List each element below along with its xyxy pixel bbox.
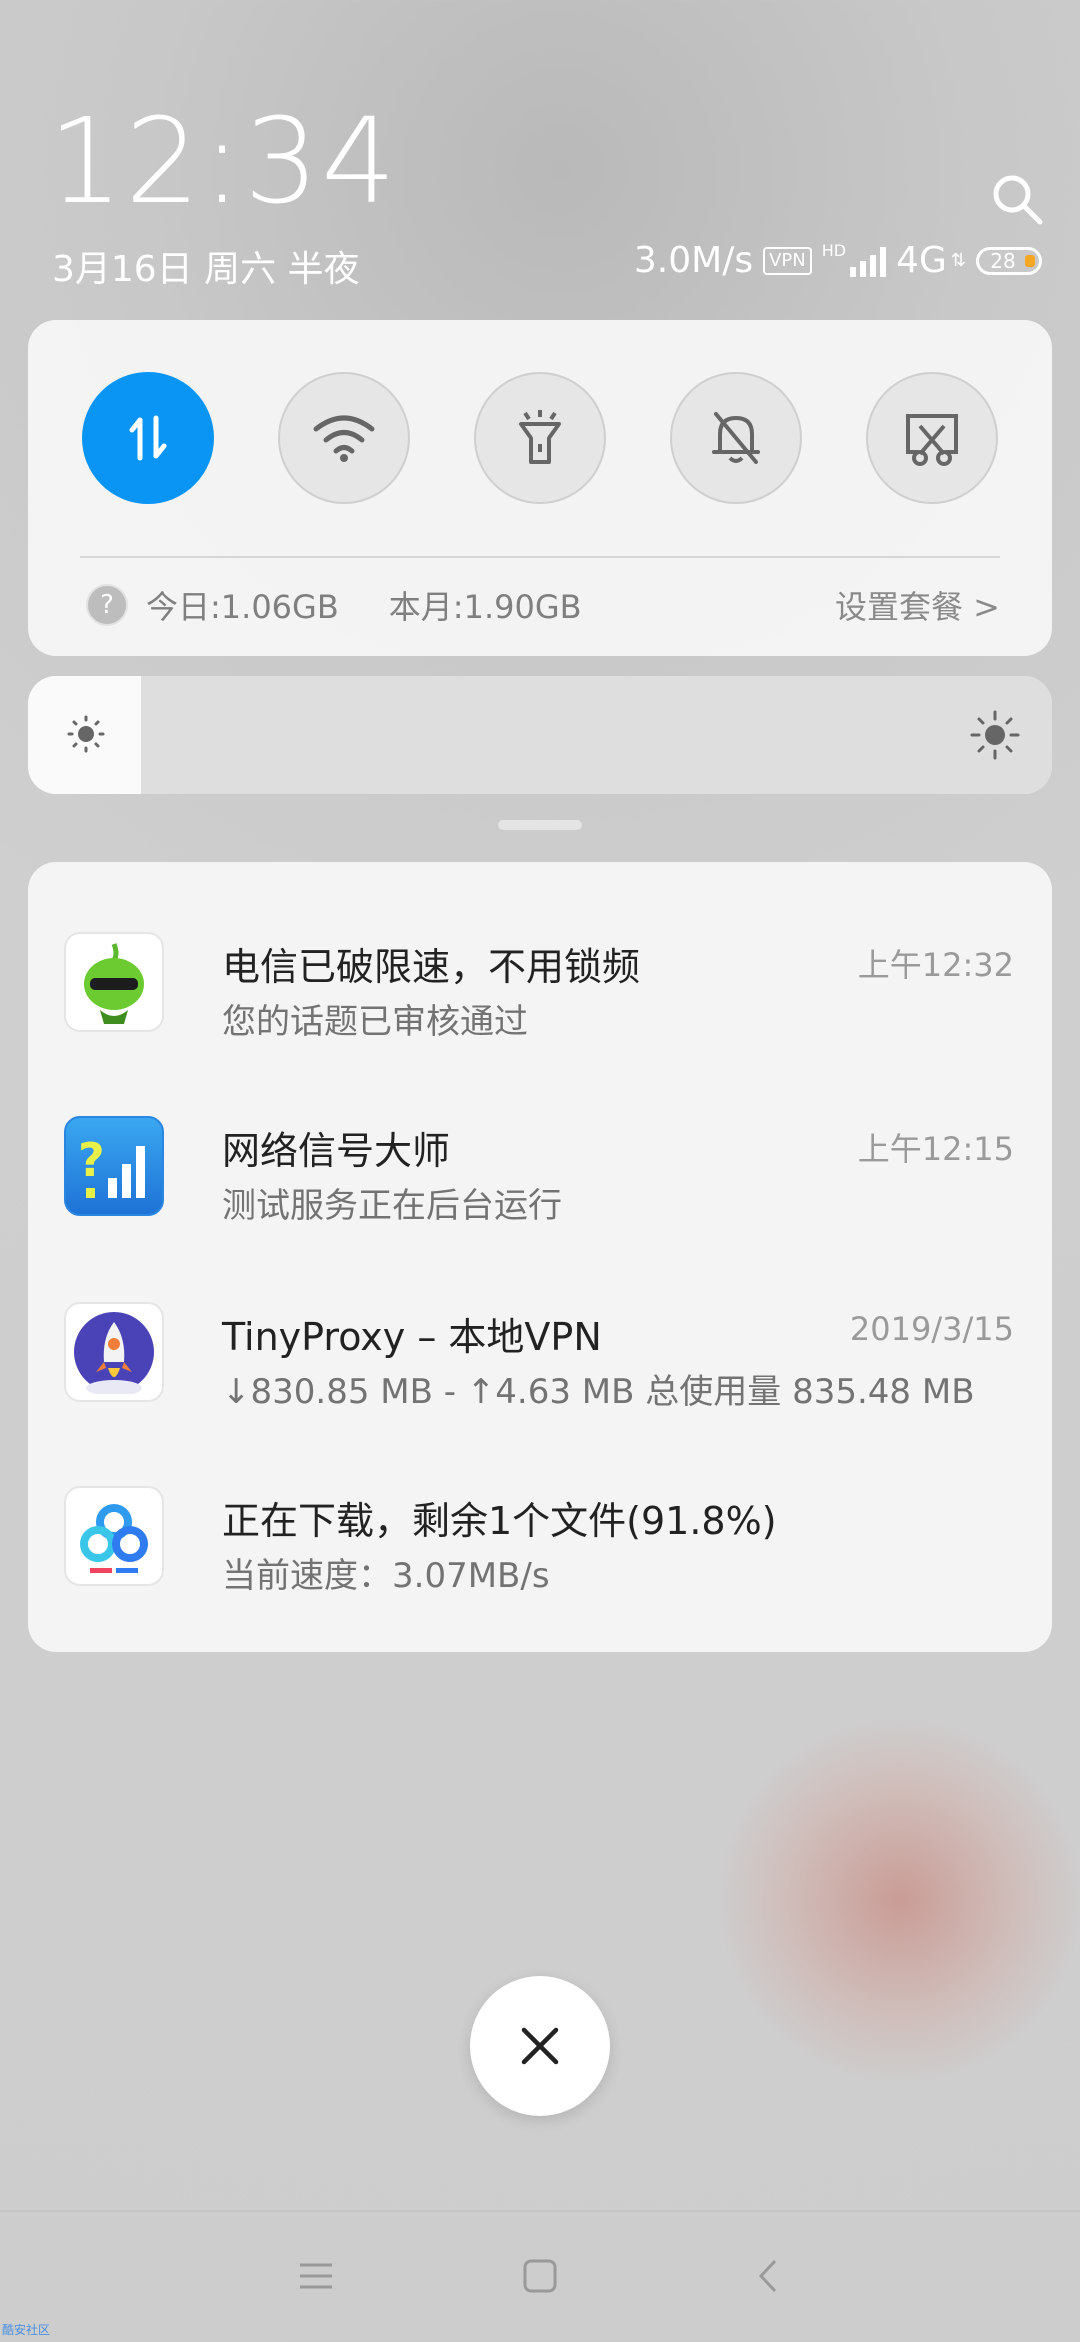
rocket-icon [64,1302,164,1402]
battery-level: 28 [990,248,1016,273]
toggle-flashlight[interactable] [474,372,606,504]
signal-icon [850,245,887,277]
brightness-high-icon [970,710,1020,760]
date-label: 3月16日 周六 半夜 [52,249,360,290]
notification-title: TinyProxy – 本地VPN [222,1315,602,1359]
notification-title: 网络信号大师 [222,1129,451,1173]
flashlight-icon [519,410,561,464]
notification-text: 当前速度：3.07MB/s [222,1556,550,1596]
question-icon: ? [86,584,128,626]
network-type: 4G [896,240,947,281]
toggle-mobile-data[interactable] [82,372,214,504]
battery-icon: 28 [976,246,1042,275]
toggle-wifi[interactable] [278,372,410,504]
watermark: 酷安社区 [2,2323,51,2337]
notification-text: 您的话题已审核通过 [222,1002,528,1042]
baidu-cloud-icon [64,1486,164,1586]
notification-item[interactable]: TinyProxy – 本地VPN ↓830.85 MB - ↑4.63 MB … [64,1302,1014,1422]
navigation-bar [0,2210,1080,2342]
drag-handle[interactable] [498,820,582,830]
svg-text:?: ? [78,1133,105,1187]
data-arrows-icon: ⇅ [950,250,966,271]
notification-item[interactable]: 电信已破限速，不用锁频 您的话题已审核通过 上午12:32 [64,932,1014,1052]
menu-button[interactable] [296,2256,336,2296]
brightness-slider[interactable] [28,676,1052,794]
data-month: 本月:1.90GB [388,588,582,626]
toggle-screenshot[interactable] [866,372,998,504]
mobile-data-icon [129,415,167,461]
notification-text: 测试服务正在后台运行 [222,1186,562,1226]
clear-notifications-button[interactable] [470,1976,610,2116]
screenshot-icon [906,414,958,466]
notification-text: ↓830.85 MB - ↑4.63 MB 总使用量 835.48 MB [222,1372,975,1412]
wifi-icon [313,415,375,462]
home-button[interactable] [520,2256,560,2296]
notification-time: 上午12:15 [857,1130,1014,1168]
clock: 12:34 [48,92,399,230]
data-today: 今日:1.06GB [146,588,339,626]
toggle-silent[interactable] [670,372,802,504]
brightness-low-icon [67,715,105,753]
notification-time: 2019/3/15 [849,1310,1014,1348]
bell-off-icon [712,412,760,464]
set-plan-link[interactable]: 设置套餐 > [835,582,1000,628]
back-button[interactable] [748,2256,788,2296]
close-icon [521,2027,559,2065]
hd-label: HD [821,241,847,260]
net-speed: 3.0M/s [633,240,754,281]
notification-panel: 电信已破限速，不用锁频 您的话题已审核通过 上午12:32 ? 网络信号大师 测… [28,862,1052,1652]
brightness-track [141,676,1052,794]
menu-icon [300,2263,332,2289]
data-usage-row: ? 今日:1.06GB 本月:1.90GB 设置套餐 > [86,582,1000,628]
green-alien-icon [64,932,164,1032]
background-blob [720,1720,1080,2080]
vpn-badge: VPN [763,246,812,275]
notification-item[interactable]: 正在下载，剩余1个文件(91.8%) 当前速度：3.07MB/s [64,1486,1014,1606]
search-icon[interactable] [990,172,1044,226]
notification-title: 正在下载，剩余1个文件(91.8%) [222,1499,777,1543]
notification-time: 上午12:32 [857,946,1014,984]
status-indicators: 3.0M/s VPN HD 4G ⇅ 28 [634,240,1042,281]
quick-settings-panel: ? 今日:1.06GB 本月:1.90GB 设置套餐 > [28,320,1052,656]
back-icon [758,2259,777,2293]
notification-title: 电信已破限速，不用锁频 [222,945,641,989]
panel-divider [80,556,1000,558]
notification-item[interactable]: ? 网络信号大师 测试服务正在后台运行 上午12:15 [64,1116,1014,1236]
home-icon [523,2259,557,2293]
signal-master-icon: ? [64,1116,164,1216]
